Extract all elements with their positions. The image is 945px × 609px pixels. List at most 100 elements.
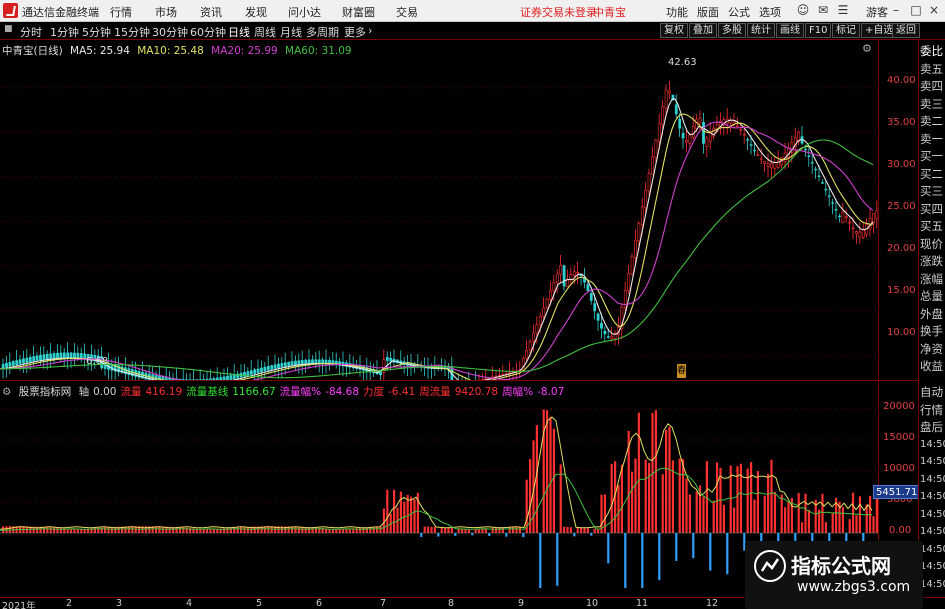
side-tab[interactable]: 买二 [920,167,945,181]
menu-banmian[interactable]: 版面 [697,4,719,20]
tab-30min[interactable]: 30分钟 [152,24,188,40]
side-tab[interactable]: 涨幅 [920,272,945,286]
tab-1min[interactable]: 1分钟 [50,24,79,40]
side-tab[interactable]: 卖二 [920,114,945,128]
side-tab[interactable]: 净资 [920,342,945,356]
candlestick-chart[interactable]: 中青宝(日线) MA5: 25.94 MA10: 25.48 MA20: 25.… [0,40,879,396]
indicator-name[interactable]: 股票指标网 [19,386,72,398]
menu-gongneng[interactable]: 功能 [666,4,688,20]
tab-daily[interactable]: 日线 [228,24,250,40]
indicator-icon[interactable]: ⚙ [2,386,11,398]
button-diejia[interactable]: 叠加 [689,23,717,38]
side-tab[interactable]: 总量 [920,289,945,303]
indicator-bar [423,526,426,533]
tab-more[interactable]: 更多 [344,24,366,40]
side-tab[interactable]: 卖四 [920,79,945,93]
event-marker[interactable]: 春 [677,364,686,378]
chevron-right-icon[interactable]: › [368,24,372,37]
user-icon[interactable]: ☺ [795,3,811,18]
candle [110,359,114,381]
tab-15min[interactable]: 15分钟 [114,24,150,40]
candle [266,355,270,373]
indicator-bar [70,528,73,533]
candle [56,343,59,359]
button-duogu[interactable]: 多股 [718,23,746,38]
side-tab[interactable]: 卖五 [920,62,945,76]
candle [800,125,804,146]
button-biaoji[interactable]: 标记 [832,23,860,38]
menu-gongshi[interactable]: 公式 [728,4,750,20]
vol-tick: 0.00 [889,525,912,536]
tab-fenshi[interactable]: 分时 [20,24,42,40]
stock-name-title: 中青宝 [593,6,626,19]
side-mode-item[interactable]: 盘后 [920,420,945,434]
mail-icon[interactable]: ✉ [815,3,831,18]
side-time-item[interactable]: 14:50 [920,438,945,452]
tab-weekly[interactable]: 周线 [254,24,276,40]
side-tab[interactable]: 委比 [920,44,945,58]
side-tab[interactable]: 买一 [920,149,945,163]
side-time-item[interactable]: 14:50 [920,490,945,504]
side-tab[interactable]: 现价 [920,237,945,251]
button-fuquan[interactable]: 复权 [660,23,688,38]
side-mode-item[interactable]: 行情 [920,403,945,417]
candle [807,147,811,167]
candle [290,351,294,367]
menu-hangqing[interactable]: 行情 [110,4,132,20]
tab-5min[interactable]: 5分钟 [82,24,111,40]
menu-wenxiaoda[interactable]: 问小达 [288,4,321,20]
candle [399,350,403,369]
side-tab[interactable]: 买四 [920,202,945,216]
menu-caifuquan[interactable]: 财富圈 [342,4,375,20]
maximize-icon[interactable]: □ [908,3,924,18]
side-time-item[interactable]: 14:50 [920,578,945,592]
side-tab[interactable]: 卖三 [920,97,945,111]
indicator-bar [831,512,834,533]
indicator-bar [695,491,698,533]
side-tab[interactable]: 外盘 [920,307,945,321]
indicator-bar [865,504,868,533]
indicator-item-value: -84.68 [325,386,360,398]
button-fanhui[interactable]: 返回 [892,23,920,38]
side-time-item[interactable]: 14:50 [920,543,945,557]
menu-xuanxiang[interactable]: 选项 [759,4,781,20]
side-tab[interactable]: 卖一 [920,132,945,146]
side-mode-item[interactable]: 自动 [920,385,945,399]
login-status[interactable]: 证券交易未登录 [520,4,597,20]
guest-label[interactable]: 游客 [866,4,888,20]
minimize-icon[interactable]: – [888,3,904,18]
button-tongji[interactable]: 统计 [747,23,775,38]
menu-zixun[interactable]: 资讯 [200,4,222,20]
button-huaxian[interactable]: 画线 [776,23,804,38]
side-tab[interactable]: 涨跌 [920,254,945,268]
indicator-bar [549,416,552,533]
close-icon[interactable]: × [926,3,942,18]
main-legend: 中青宝(日线) MA5: 25.94 MA10: 25.48 MA20: 25.… [2,43,356,58]
vol-tick: 20000 [883,401,915,412]
menu-faxian[interactable]: 发现 [245,4,267,20]
side-tab[interactable]: 买三 [920,184,945,198]
button-f10[interactable]: F10 [805,23,832,38]
side-tab[interactable]: 买五 [920,219,945,233]
date-tick: 3 [116,598,123,609]
settings-icon[interactable]: ⚙ [862,42,872,55]
candle [545,297,549,310]
tab-60min[interactable]: 60分钟 [190,24,226,40]
side-time-item[interactable]: 14:50 [920,473,945,487]
menu-shichang[interactable]: 市场 [155,4,177,20]
tab-multi-period[interactable]: 多周期 [306,24,339,40]
side-time-item[interactable]: 14:50 [920,508,945,522]
side-tab[interactable]: 换手 [920,324,945,338]
indicator-bar [365,527,368,533]
indicator-bar [236,527,239,533]
indicator-bar [746,468,749,533]
tab-monthly[interactable]: 月线 [280,24,302,40]
quote-side-panel[interactable]: 委比卖五卖四卖三卖二卖一买一买二买三买四买五现价涨跌涨幅总量外盘换手净资收益 自… [918,40,945,597]
toolbar-icon[interactable]: ■ [4,24,13,34]
side-time-item[interactable]: 14:50 [920,455,945,469]
side-tab[interactable]: 收益 [920,359,945,373]
message-icon[interactable]: ☰ [835,3,851,18]
menu-jiaoyi[interactable]: 交易 [396,4,418,20]
side-time-item[interactable]: 14:50 [920,560,945,574]
side-time-item[interactable]: 14:50 [920,525,945,539]
